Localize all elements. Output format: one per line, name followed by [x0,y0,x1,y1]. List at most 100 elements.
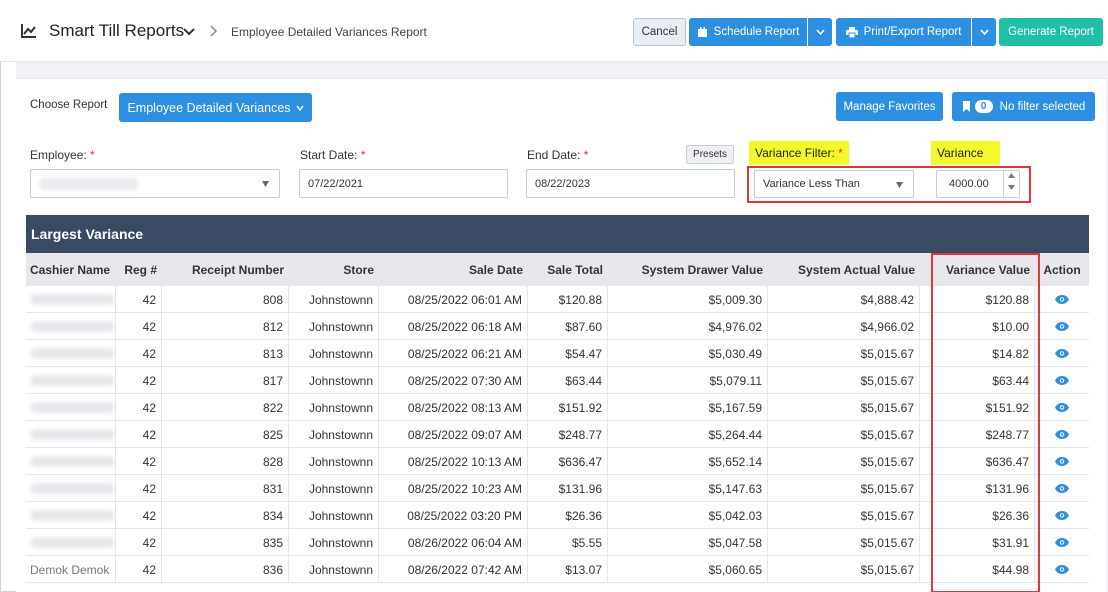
cell-action[interactable] [1035,448,1089,475]
manage-favorites-button[interactable]: Manage Favorites [836,92,943,121]
variance-filter-label: Variance Filter: * [749,141,849,165]
column-header-sale-total[interactable]: Sale Total [528,253,608,286]
cell-action[interactable] [1035,529,1089,556]
column-header-store[interactable]: Store [289,253,379,286]
table-row: 42 808 Johnstownn 08/25/2022 06:01 AM $120.8… [26,286,1089,313]
cell-reg-number: 42 [116,529,162,556]
filter-button[interactable]: 0 No filter selected [952,92,1095,121]
cell-action[interactable] [1035,313,1089,340]
caret-up-icon[interactable] [1008,173,1015,178]
cell-system-actual-value: $4,966.02 [768,313,920,340]
chevron-down-icon [295,105,304,111]
cancel-button[interactable]: Cancel [633,18,686,46]
eye-icon[interactable] [1055,376,1069,385]
cell-receipt-number: 825 [162,421,289,448]
generate-report-button[interactable]: Generate Report [999,18,1103,46]
cell-cashier-name [26,421,116,448]
eye-icon[interactable] [1055,430,1069,439]
cell-receipt-number: 831 [162,475,289,502]
table-row: 42 813 Johnstownn 08/25/2022 06:21 AM $54.47… [26,340,1089,367]
variance-filter-select[interactable]: Variance Less Than [754,170,914,198]
cashier-name-redacted [30,456,115,467]
eye-icon[interactable] [1055,349,1069,358]
table-title: Largest Variance [26,215,1089,253]
cell-sale-total: $13.07 [528,556,608,583]
variance-stepper[interactable] [1003,170,1019,198]
cell-system-drawer-value: $5,042.03 [608,502,768,529]
cell-system-drawer-value: $4,976.02 [608,313,768,340]
employee-select[interactable] [30,169,280,198]
eye-icon[interactable] [1055,538,1069,547]
cell-store: Johnstownn [289,556,379,583]
cell-sale-date: 08/25/2022 10:23 AM [379,475,528,502]
cell-action[interactable] [1035,502,1089,529]
cell-receipt-number: 835 [162,529,289,556]
cell-cashier-name [26,475,116,502]
cell-system-actual-value: $5,015.67 [768,394,920,421]
cell-sale-total: $26.36 [528,502,608,529]
cell-receipt-number: 836 [162,556,289,583]
variance-value: 4000.00 [949,178,989,190]
eye-icon[interactable] [1055,457,1069,466]
cell-sale-total: $248.77 [528,421,608,448]
cell-action[interactable] [1035,421,1089,448]
cell-system-drawer-value: $5,147.63 [608,475,768,502]
cell-store: Johnstownn [289,421,379,448]
table-row: 42 828 Johnstownn 08/25/2022 10:13 AM $636.4… [26,448,1089,475]
cell-cashier-name [26,529,116,556]
cell-sale-total: $87.60 [528,313,608,340]
caret-down-icon[interactable] [1008,185,1015,190]
cell-action[interactable] [1035,340,1089,367]
chevron-right-icon [210,25,218,37]
cell-action[interactable] [1035,367,1089,394]
cell-action[interactable] [1035,286,1089,313]
app-title[interactable]: Smart Till Reports [49,21,184,41]
cell-receipt-number: 822 [162,394,289,421]
eye-icon[interactable] [1055,484,1069,493]
column-header-cashier-name[interactable]: Cashier Name [26,253,116,286]
eye-icon[interactable] [1055,295,1069,304]
column-header-receipt-number[interactable]: Receipt Number [162,253,289,286]
chevron-down-icon[interactable] [183,26,195,38]
schedule-report-button[interactable]: Schedule Report [689,18,807,46]
report-selector-button[interactable]: Employee Detailed Variances [119,93,312,122]
bookmark-icon [962,101,970,112]
cell-store: Johnstownn [289,286,379,313]
column-header-reg-number[interactable]: Reg # [116,253,162,286]
column-header-system-drawer-value[interactable]: System Drawer Value [608,253,768,286]
column-header-sale-date[interactable]: Sale Date [379,253,528,286]
cell-sale-date: 08/25/2022 06:01 AM [379,286,528,313]
cell-store: Johnstownn [289,529,379,556]
choose-report-label: Choose Report [30,99,108,111]
employee-value-redacted [39,177,139,190]
chevron-down-icon [979,29,989,35]
cell-sale-date: 08/26/2022 07:42 AM [379,556,528,583]
eye-icon[interactable] [1055,511,1069,520]
schedule-report-dropdown[interactable] [808,18,832,46]
chart-line-icon [21,24,36,38]
caret-down-icon [262,181,269,187]
eye-icon[interactable] [1055,565,1069,574]
start-date-input[interactable]: 07/22/2021 [299,169,508,198]
table-row: 42 817 Johnstownn 08/25/2022 07:30 AM $63.44… [26,367,1089,394]
cell-receipt-number: 828 [162,448,289,475]
breadcrumb-current: Employee Detailed Variances Report [231,25,427,39]
cell-system-actual-value: $5,015.67 [768,421,920,448]
cell-action[interactable] [1035,556,1089,583]
table-row: 42 835 Johnstownn 08/26/2022 06:04 AM $5.55 $… [26,529,1089,556]
cell-cashier-name [26,394,116,421]
eye-icon[interactable] [1055,322,1069,331]
cell-receipt-number: 812 [162,313,289,340]
column-header-system-actual-value[interactable]: System Actual Value [768,253,920,286]
end-date-input[interactable]: 08/22/2023 [526,169,735,198]
print-export-button[interactable]: Print/Export Report [836,18,971,46]
calendar-icon [697,26,707,37]
eye-icon[interactable] [1055,403,1069,412]
presets-button[interactable]: Presets [686,145,734,164]
column-header-action[interactable]: Action [1035,253,1089,286]
cashier-name-redacted [30,510,115,521]
cell-cashier-name [26,502,116,529]
cell-action[interactable] [1035,475,1089,502]
print-export-dropdown[interactable] [972,18,996,46]
cell-action[interactable] [1035,394,1089,421]
